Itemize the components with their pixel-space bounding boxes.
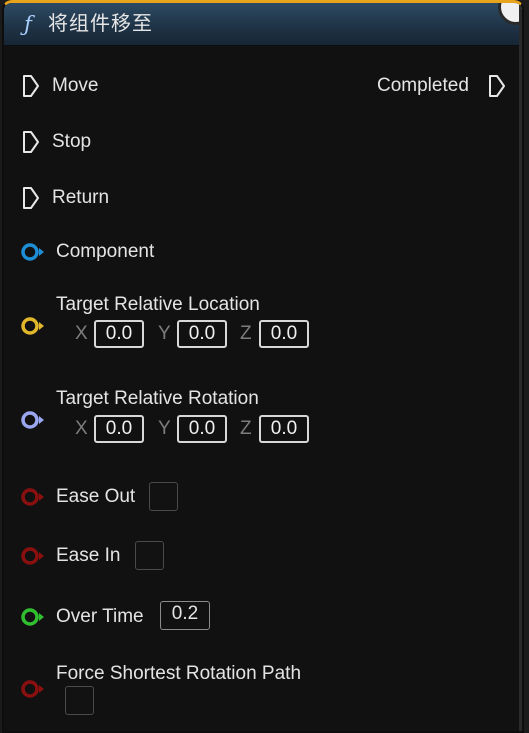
exec-row-stop: Stop xyxy=(4,128,304,156)
exec-pin-move-icon[interactable] xyxy=(22,74,40,98)
pin-label-target-rotation: Target Relative Rotation xyxy=(56,388,259,409)
rotation-y-input[interactable]: 0.0 xyxy=(177,415,227,443)
ease-in-checkbox[interactable] xyxy=(135,541,164,570)
rotation-z-label: Z xyxy=(240,418,252,439)
function-icon: ƒ xyxy=(24,12,32,36)
pin-row-force-shortest: Force Shortest Rotation Path xyxy=(4,660,404,688)
pin-label-ease-in: Ease In xyxy=(56,545,121,566)
pin-row-ease-in: Ease In xyxy=(4,541,304,570)
node-header[interactable]: ƒ 将组件移至 xyxy=(4,3,522,46)
location-z-input[interactable]: 0.0 xyxy=(259,320,309,348)
ease-out-checkbox[interactable] xyxy=(149,482,178,511)
exec-label-return: Return xyxy=(52,187,110,208)
location-z-label: Z xyxy=(240,323,252,344)
exec-pin-completed-icon[interactable] xyxy=(488,74,506,98)
pin-row-over-time: Over Time 0.2 xyxy=(4,601,304,631)
location-y-label: Y xyxy=(158,323,171,344)
pin-label-force-shortest: Force Shortest Rotation Path xyxy=(56,663,302,684)
pin-row-ease-out: Ease Out xyxy=(4,482,304,511)
blueprint-function-node[interactable]: ƒ 将组件移至 Move Completed Stop Return Compo… xyxy=(2,0,524,733)
pin-label-target-location: Target Relative Location xyxy=(56,294,260,315)
pin-label-ease-out: Ease Out xyxy=(56,486,136,507)
target-location-vector: X 0.0 Y 0.0 Z 0.0 xyxy=(4,319,334,353)
ease-in-pin-icon[interactable] xyxy=(20,546,46,566)
over-time-input[interactable]: 0.2 xyxy=(160,601,210,630)
pin-row-component: Component xyxy=(4,238,304,266)
location-x-input[interactable]: 0.0 xyxy=(94,320,144,348)
exec-row-return: Return xyxy=(4,184,304,212)
force-shortest-pin-icon[interactable] xyxy=(20,679,46,699)
component-pin-icon[interactable] xyxy=(20,242,46,262)
rotation-x-label: X xyxy=(75,418,88,439)
target-rotation-vector: X 0.0 Y 0.0 Z 0.0 xyxy=(4,414,334,448)
exec-label-move: Move xyxy=(52,75,99,96)
pin-label-component: Component xyxy=(56,241,155,262)
exec-pin-stop-icon[interactable] xyxy=(22,130,40,154)
pin-row-target-rotation: Target Relative Rotation xyxy=(4,385,404,413)
node-right-edge xyxy=(519,3,522,731)
exec-label-completed: Completed xyxy=(377,75,469,96)
pin-label-over-time: Over Time xyxy=(56,606,144,627)
exec-label-stop: Stop xyxy=(52,131,92,152)
over-time-pin-icon[interactable] xyxy=(20,607,46,627)
force-shortest-checkbox[interactable] xyxy=(65,686,94,715)
ease-out-pin-icon[interactable] xyxy=(20,487,46,507)
exec-pin-return-icon[interactable] xyxy=(22,186,40,210)
pin-row-target-location: Target Relative Location xyxy=(4,291,404,319)
rotation-x-input[interactable]: 0.0 xyxy=(94,415,144,443)
rotation-y-label: Y xyxy=(158,418,171,439)
location-y-input[interactable]: 0.0 xyxy=(177,320,227,348)
node-title: 将组件移至 xyxy=(48,13,153,35)
rotation-z-input[interactable]: 0.0 xyxy=(259,415,309,443)
location-x-label: X xyxy=(75,323,88,344)
node-body: Move Completed Stop Return Component Tar… xyxy=(4,46,522,731)
exec-row-move: Move Completed xyxy=(4,72,522,100)
